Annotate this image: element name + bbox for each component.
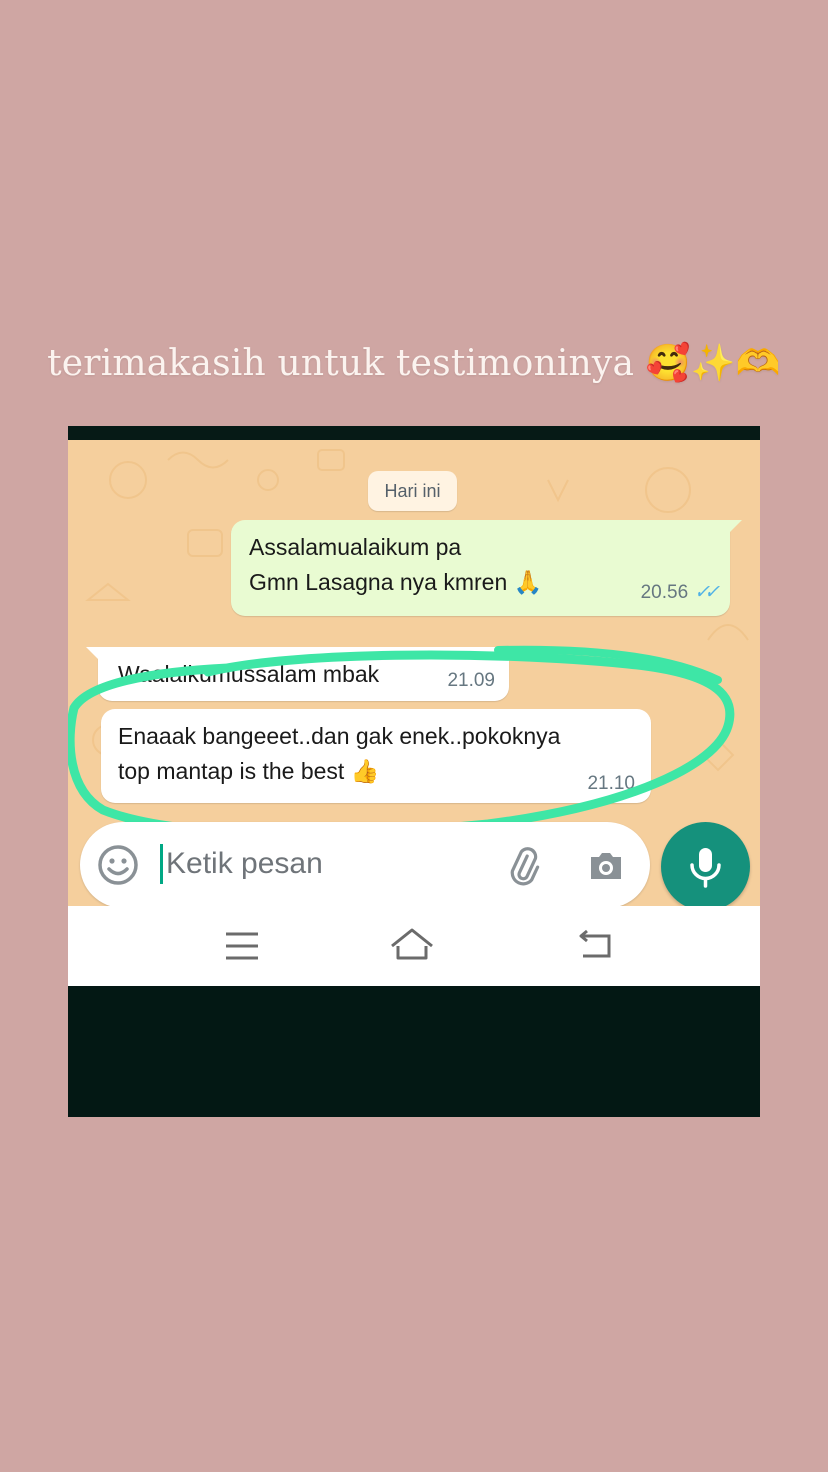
message-text: Waalaikumussalam mbak [118, 661, 380, 687]
message-text: Enaaak bangeeet..dan gak enek..pokoknya … [118, 719, 560, 789]
message-time: 20.56 [640, 581, 689, 603]
incoming-message[interactable]: Waalaikumussalam mbak 21.09 [86, 647, 509, 701]
message-line: top mantap is the best 👍 [118, 758, 380, 784]
message-input[interactable] [166, 840, 466, 888]
text-cursor [160, 844, 163, 884]
incoming-message-highlighted[interactable]: Enaaak bangeeet..dan gak enek..pokoknya … [101, 709, 651, 803]
message-time: 21.10 [587, 773, 635, 794]
bubble-tail [86, 647, 100, 661]
smiley-icon[interactable] [97, 844, 139, 886]
message-meta: 20.56 ✓✓ [640, 581, 720, 604]
paperclip-icon[interactable] [502, 844, 544, 886]
story-caption: terimakasih untuk testimoninya 🥰✨🫶 [47, 343, 781, 384]
status-bar [68, 426, 760, 440]
date-separator: Hari ini [368, 471, 457, 511]
microphone-button[interactable] [661, 822, 750, 911]
double-check-icon: ✓✓ [694, 582, 720, 603]
message-line: Gmn Lasagna nya kmren 🙏 [249, 569, 543, 595]
message-text: Assalamualaikum pa Gmn Lasagna nya kmren… [249, 530, 542, 600]
bubble-tail [728, 520, 742, 534]
outgoing-message[interactable]: Assalamualaikum pa Gmn Lasagna nya kmren… [231, 520, 742, 616]
microphone-icon [690, 848, 721, 888]
message-line: Enaaak bangeeet..dan gak enek..pokoknya [118, 723, 561, 749]
system-nav-bar [68, 906, 760, 986]
camera-icon[interactable] [585, 844, 627, 886]
menu-icon[interactable] [220, 924, 264, 968]
home-icon[interactable] [390, 924, 434, 968]
back-icon[interactable] [573, 924, 617, 968]
message-time: 21.09 [447, 670, 495, 691]
screenshot-bottom-area [68, 986, 760, 1117]
chat-screenshot: Hari ini Assalamualaikum pa Gmn Lasagna … [68, 426, 760, 1117]
message-composer[interactable] [80, 822, 650, 908]
message-line: Assalamualaikum pa [249, 534, 462, 560]
